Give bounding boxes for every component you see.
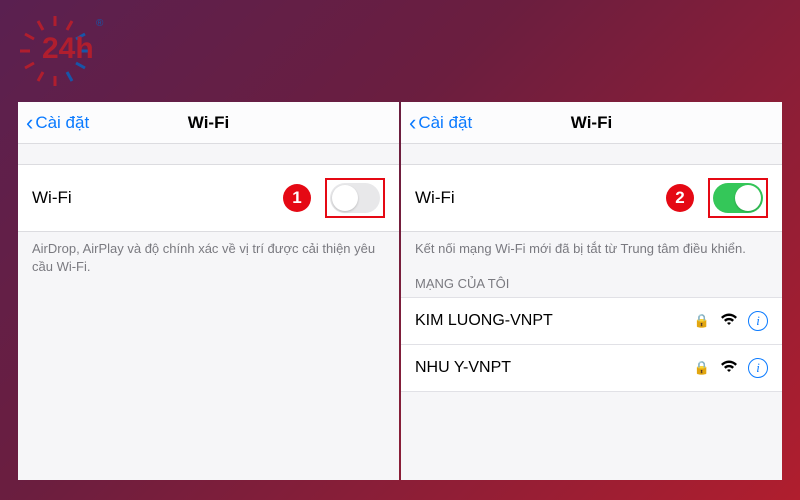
brand-logo: 24h ® (18, 14, 92, 88)
back-label: Cài đặt (418, 113, 472, 133)
nav-bar: ‹ Cài đặt Wi-Fi (18, 102, 399, 144)
wifi-row-label: Wi-Fi (415, 188, 455, 208)
back-button[interactable]: ‹ Cài đặt (18, 112, 89, 134)
highlight-frame (708, 178, 768, 218)
wifi-toggle-row: Wi-Fi 1 (18, 164, 399, 232)
nav-bar: ‹ Cài đặt Wi-Fi (401, 102, 782, 144)
logo-registered: ® (96, 18, 103, 29)
info-icon[interactable]: i (748, 311, 768, 331)
wifi-help-text: Kết nối mạng Wi-Fi mới đã bị tắt từ Trun… (401, 232, 782, 258)
back-button[interactable]: ‹ Cài đặt (401, 112, 472, 134)
highlight-frame (325, 178, 385, 218)
wifi-signal-icon (720, 312, 738, 330)
logo-text: 24h (42, 32, 94, 66)
lock-icon: 🔒 (694, 313, 710, 329)
network-row[interactable]: NHU Y-VNPT 🔒 i (401, 344, 782, 392)
panel-wifi-off: ‹ Cài đặt Wi-Fi Wi-Fi 1 AirDrop, AirPlay… (18, 102, 399, 480)
wifi-toggle[interactable] (713, 183, 763, 213)
wifi-toggle[interactable] (330, 183, 380, 213)
network-status-icons: 🔒 i (694, 311, 768, 331)
chevron-left-icon: ‹ (409, 112, 416, 134)
network-name: KIM LUONG-VNPT (415, 312, 694, 330)
panel-wifi-on: ‹ Cài đặt Wi-Fi Wi-Fi 2 Kết nối mạng Wi-… (401, 102, 782, 480)
step-badge-2: 2 (666, 184, 694, 212)
step-badge-1: 1 (283, 184, 311, 212)
network-status-icons: 🔒 i (694, 358, 768, 378)
wifi-help-text: AirDrop, AirPlay và độ chính xác về vị t… (18, 232, 399, 275)
info-icon[interactable]: i (748, 358, 768, 378)
network-name: NHU Y-VNPT (415, 359, 694, 377)
my-networks-header: MẠNG CỦA TÔI (401, 258, 782, 297)
toggle-knob (332, 185, 358, 211)
toggle-knob (735, 185, 761, 211)
lock-icon: 🔒 (694, 360, 710, 376)
wifi-signal-icon (720, 359, 738, 377)
network-row[interactable]: KIM LUONG-VNPT 🔒 i (401, 297, 782, 344)
back-label: Cài đặt (35, 113, 89, 133)
wifi-row-label: Wi-Fi (32, 188, 72, 208)
chevron-left-icon: ‹ (26, 112, 33, 134)
wifi-toggle-row: Wi-Fi 2 (401, 164, 782, 232)
